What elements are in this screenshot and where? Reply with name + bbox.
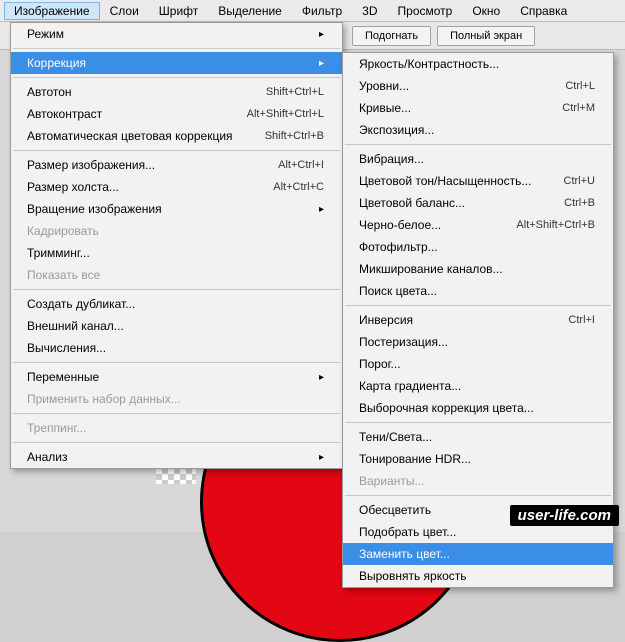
menu-3d[interactable]: 3D (352, 2, 387, 20)
menu-view[interactable]: Просмотр (388, 2, 463, 20)
menu-item-threshold[interactable]: Порог... (343, 353, 613, 375)
menu-item-correction[interactable]: Коррекция (11, 52, 342, 74)
menu-item-replacecolor[interactable]: Заменить цвет... (343, 543, 613, 565)
menu-item-crop: Кадрировать (11, 220, 342, 242)
menu-layers[interactable]: Слои (100, 2, 149, 20)
menu-item-gradientmap[interactable]: Карта градиента... (343, 375, 613, 397)
menu-item-variations: Варианты... (343, 470, 613, 492)
menu-item-analysis[interactable]: Анализ (11, 446, 342, 468)
menu-type[interactable]: Шрифт (149, 2, 208, 20)
menu-item-vibrance[interactable]: Вибрация... (343, 148, 613, 170)
menubar: Изображение Слои Шрифт Выделение Фильтр … (0, 0, 625, 22)
menu-item-photofilter[interactable]: Фотофильтр... (343, 236, 613, 258)
menu-item-huesat[interactable]: Цветовой тон/Насыщенность...Ctrl+U (343, 170, 613, 192)
menu-item-colorlookup[interactable]: Поиск цвета... (343, 280, 613, 302)
menu-item-autotone[interactable]: АвтотонShift+Ctrl+L (11, 81, 342, 103)
menu-item-equalize[interactable]: Выровнять яркость (343, 565, 613, 587)
image-dropdown: Режим Коррекция АвтотонShift+Ctrl+L Авто… (10, 22, 343, 469)
menu-image[interactable]: Изображение (4, 2, 100, 20)
menu-filter[interactable]: Фильтр (292, 2, 352, 20)
menu-item-channelmix[interactable]: Микширование каналов... (343, 258, 613, 280)
menu-item-brightness[interactable]: Яркость/Контрастность... (343, 53, 613, 75)
menu-item-colorbal[interactable]: Цветовой баланс...Ctrl+B (343, 192, 613, 214)
fullscreen-button[interactable]: Полный экран (437, 26, 535, 46)
menu-item-selective[interactable]: Выборочная коррекция цвета... (343, 397, 613, 419)
menu-item-rotation[interactable]: Вращение изображения (11, 198, 342, 220)
menu-item-applydata: Применить набор данных... (11, 388, 342, 410)
menu-item-bw[interactable]: Черно-белое...Alt+Shift+Ctrl+B (343, 214, 613, 236)
menu-help[interactable]: Справка (510, 2, 577, 20)
menu-item-duplicate[interactable]: Создать дубликат... (11, 293, 342, 315)
menu-item-curves[interactable]: Кривые...Ctrl+M (343, 97, 613, 119)
menu-item-autocontrast[interactable]: АвтоконтрастAlt+Shift+Ctrl+L (11, 103, 342, 125)
menu-item-canvassize[interactable]: Размер холста...Alt+Ctrl+C (11, 176, 342, 198)
fit-button[interactable]: Подогнать (352, 26, 431, 46)
menu-item-invert[interactable]: ИнверсияCtrl+I (343, 309, 613, 331)
menu-item-shadows[interactable]: Тени/Света... (343, 426, 613, 448)
menu-item-applyimage[interactable]: Внешний канал... (11, 315, 342, 337)
watermark: user-life.com (510, 505, 619, 526)
menu-item-calculations[interactable]: Вычисления... (11, 337, 342, 359)
menu-select[interactable]: Выделение (208, 2, 292, 20)
menu-item-reveal: Показать все (11, 264, 342, 286)
menu-window[interactable]: Окно (462, 2, 510, 20)
menu-item-levels[interactable]: Уровни...Ctrl+L (343, 75, 613, 97)
menu-item-variables[interactable]: Переменные (11, 366, 342, 388)
menu-item-trap: Треппинг... (11, 417, 342, 439)
menu-item-trim[interactable]: Тримминг... (11, 242, 342, 264)
menu-item-autocolor[interactable]: Автоматическая цветовая коррекцияShift+C… (11, 125, 342, 147)
menu-item-imagesize[interactable]: Размер изображения...Alt+Ctrl+I (11, 154, 342, 176)
menu-item-mode[interactable]: Режим (11, 23, 342, 45)
menu-item-hdr[interactable]: Тонирование HDR... (343, 448, 613, 470)
menu-item-exposure[interactable]: Экспозиция... (343, 119, 613, 141)
menu-item-posterize[interactable]: Постеризация... (343, 331, 613, 353)
